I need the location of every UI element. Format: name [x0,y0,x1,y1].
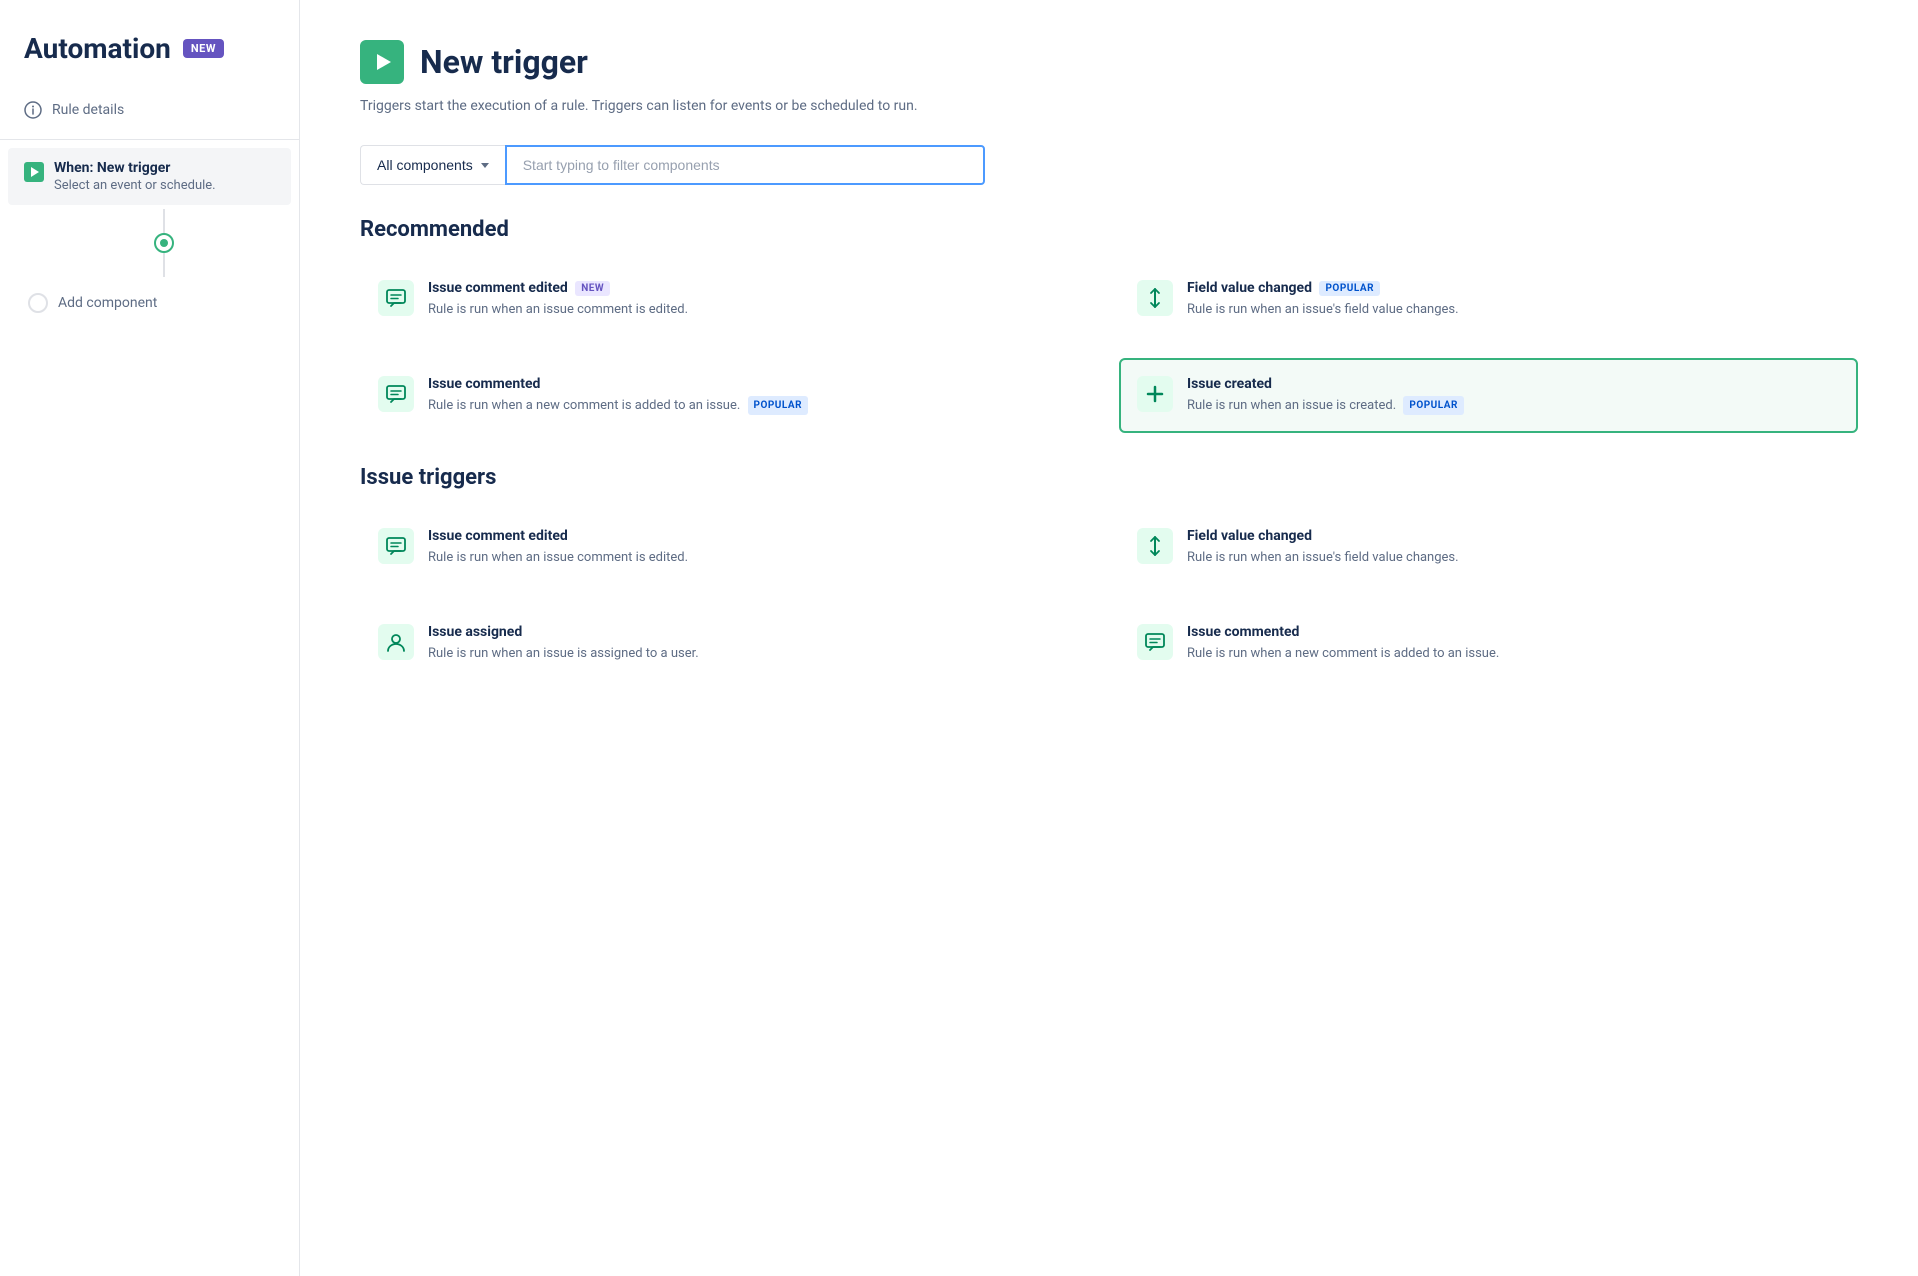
comment-icon [378,280,414,316]
card-issue-assigned-it[interactable]: Issue assigned Rule is run when an issue… [360,606,1099,682]
card-title: Issue commented [1187,624,1499,640]
issue-triggers-cards-grid: Issue comment edited Rule is run when an… [360,510,1858,681]
card-issue-comment-edited-rec[interactable]: Issue comment edited NEW Rule is run whe… [360,262,1099,338]
card-title: Issue comment edited NEW [428,280,688,296]
card-desc: Rule is run when an issue is created. PO… [1187,396,1464,416]
card-title: Field value changed POPULAR [1187,280,1459,296]
card-issue-commented-it[interactable]: Issue commented Rule is run when a new c… [1119,606,1858,682]
connector-dot [154,233,174,253]
card-desc: Rule is run when an issue's field value … [1187,300,1459,320]
comment-icon [378,528,414,564]
card-title: Issue created [1187,376,1464,392]
card-title: Field value changed [1187,528,1459,544]
rule-details-label: Rule details [52,102,124,118]
card-title: Issue commented [428,376,808,392]
recommended-section: Recommended Issue comment ed [360,217,1858,433]
empty-dot-icon [28,293,48,313]
card-title: Issue comment edited [428,528,688,544]
card-desc: Rule is run when an issue's field value … [1187,548,1459,568]
issue-triggers-title: Issue triggers [360,465,1858,490]
app-badge: NEW [183,39,224,58]
sidebar-trigger-title: When: New trigger [54,160,216,176]
comment-icon [378,376,414,412]
connector-line-bottom [163,253,165,277]
components-dropdown[interactable]: All components [360,145,505,185]
card-desc: Rule is run when an issue comment is edi… [428,548,688,568]
card-title: Issue assigned [428,624,699,640]
sidebar-divider [0,139,299,140]
field-icon [1137,280,1173,316]
new-badge: NEW [575,281,610,296]
page-description: Triggers start the execution of a rule. … [360,96,1858,117]
page-title: New trigger [420,43,588,81]
info-icon [24,101,42,119]
card-field-value-changed-rec[interactable]: Field value changed POPULAR Rule is run … [1119,262,1858,338]
connector-line-top [163,209,165,233]
sidebar: Automation NEW Rule details When: New tr… [0,0,300,1276]
card-issue-commented-rec[interactable]: Issue commented Rule is run when a new c… [360,358,1099,434]
main-content: New trigger Triggers start the execution… [300,0,1918,1276]
page-trigger-icon [360,40,404,84]
card-field-value-changed-it[interactable]: Field value changed Rule is run when an … [1119,510,1858,586]
trigger-play-icon [24,162,44,182]
card-desc: Rule is run when an issue comment is edi… [428,300,688,320]
sidebar-item-add-component[interactable]: Add component [0,281,299,325]
comment-icon [1137,624,1173,660]
page-header: New trigger [360,40,1858,84]
card-desc: Rule is run when a new comment is added … [428,396,808,416]
dropdown-label: All components [377,157,473,173]
sidebar-item-rule-details[interactable]: Rule details [0,89,299,131]
card-issue-comment-edited-it[interactable]: Issue comment edited Rule is run when an… [360,510,1099,586]
sidebar-connector [28,209,299,277]
add-component-label: Add component [58,295,157,311]
filter-input[interactable] [505,145,985,185]
person-icon [378,624,414,660]
card-desc: Rule is run when an issue is assigned to… [428,644,699,664]
popular-badge: POPULAR [1403,396,1464,415]
issue-triggers-section: Issue triggers Issue comment edited [360,465,1858,681]
sidebar-trigger-subtitle: Select an event or schedule. [54,178,216,193]
app-title: Automation [24,32,171,65]
card-issue-created-rec[interactable]: Issue created Rule is run when an issue … [1119,358,1858,434]
recommended-cards-grid: Issue comment edited NEW Rule is run whe… [360,262,1858,433]
recommended-title: Recommended [360,217,1858,242]
chevron-down-icon [481,163,489,168]
popular-badge: POPULAR [748,396,809,415]
popular-badge: POPULAR [1319,281,1380,296]
field-icon [1137,528,1173,564]
card-desc: Rule is run when a new comment is added … [1187,644,1499,664]
sidebar-item-trigger[interactable]: When: New trigger Select an event or sch… [8,148,291,205]
plus-icon [1137,376,1173,412]
filter-row: All components [360,145,1858,185]
